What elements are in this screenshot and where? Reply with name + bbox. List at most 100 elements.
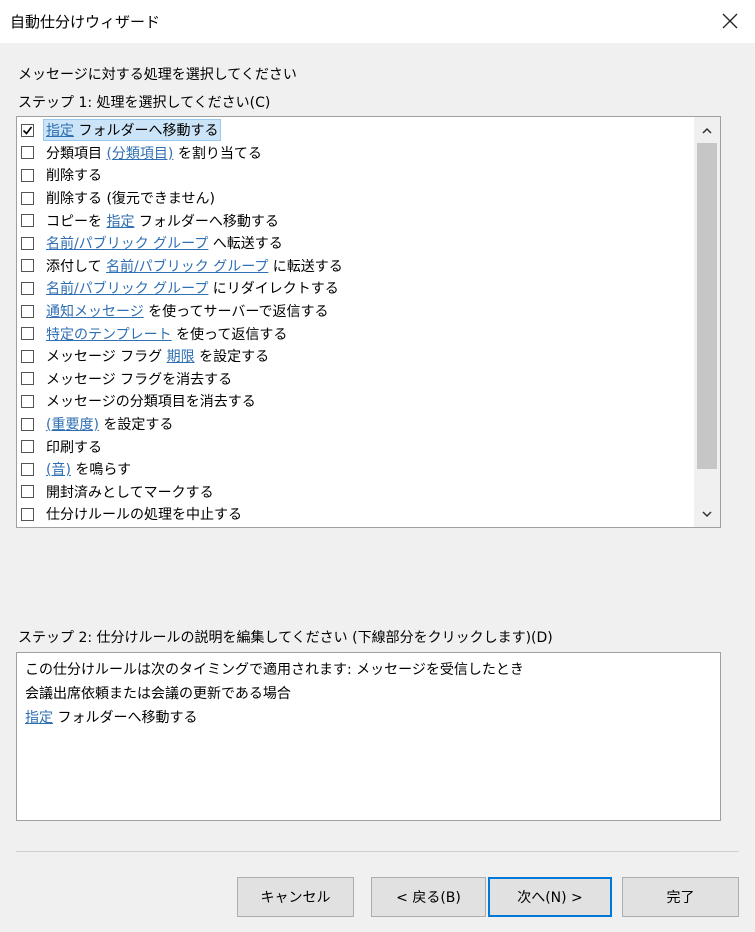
action-checkbox[interactable] (21, 304, 34, 318)
finish-button[interactable]: 完了 (622, 877, 739, 917)
action-checkbox[interactable] (21, 146, 34, 160)
action-item[interactable]: 指定 フォルダーへ移動する (17, 119, 693, 142)
action-item[interactable]: メッセージの分類項目を消去する (17, 390, 693, 413)
action-text: 印刷する (46, 439, 102, 456)
action-label: 添付して 名前/パブリック グループ に転送する (44, 256, 345, 276)
action-item[interactable]: 通知メッセージ を使ってサーバーで返信する (17, 300, 693, 323)
action-text: にリダイレクトする (208, 281, 339, 298)
action-label: 特定のテンプレート を使って返信する (44, 324, 289, 344)
action-checkbox[interactable] (21, 327, 34, 341)
action-link[interactable]: 名前/パブリック グループ (106, 256, 268, 276)
action-checkbox[interactable] (21, 394, 34, 408)
action-text: コピーを (46, 213, 107, 230)
action-item[interactable]: メッセージ フラグ 期限 を設定する (17, 345, 693, 368)
action-link[interactable]: 名前/パブリック グループ (46, 233, 208, 253)
action-item[interactable]: 削除する (復元できません) (17, 187, 693, 210)
action-text: を使って返信する (171, 326, 288, 343)
action-checkbox[interactable] (21, 123, 34, 137)
action-text: 会議出席依頼または会議の更新である場合 (25, 686, 291, 702)
action-checkbox[interactable] (21, 214, 34, 228)
action-item[interactable]: コピーを 指定 フォルダーへ移動する (17, 209, 693, 232)
action-checkbox[interactable] (21, 372, 34, 386)
chevron-up-icon (702, 127, 712, 134)
action-item[interactable]: 特定のテンプレート を使って返信する (17, 322, 693, 345)
divider (16, 851, 739, 852)
action-checkbox[interactable] (21, 417, 34, 431)
action-label: 名前/パブリック グループ にリダイレクトする (44, 278, 341, 298)
action-link[interactable]: 指定 (25, 707, 53, 727)
action-label: 分類項目 (分類項目) を割り当てる (44, 143, 264, 163)
action-label: メッセージ フラグ 期限 を設定する (44, 346, 271, 366)
action-item[interactable]: 印刷する (17, 435, 693, 458)
action-item[interactable]: メッセージ フラグを消去する (17, 368, 693, 391)
action-link[interactable]: 指定 (106, 211, 134, 231)
action-item[interactable]: 分類項目 (分類項目) を割り当てる (17, 142, 693, 165)
action-link[interactable]: 指定 (46, 120, 74, 140)
action-text: に転送する (268, 258, 343, 275)
action-label: 削除する (復元できません) (44, 188, 217, 208)
back-button[interactable]: < 戻る(B) (371, 877, 486, 917)
action-label: 削除する (44, 165, 104, 185)
action-checkbox[interactable] (21, 236, 34, 250)
action-text: 削除する (46, 168, 102, 185)
action-link[interactable]: 期限 (167, 346, 195, 366)
action-item[interactable]: 添付して 名前/パブリック グループ に転送する (17, 255, 693, 278)
action-label: 通知メッセージ を使ってサーバーで返信する (44, 301, 331, 321)
action-label: コピーを 指定 フォルダーへ移動する (44, 211, 281, 231)
chevron-down-icon (702, 510, 712, 517)
action-link[interactable]: (重要度) (46, 414, 99, 434)
action-label: 仕分けルールの処理を中止する (44, 504, 244, 524)
action-text: を割り当てる (173, 145, 262, 162)
action-checkbox[interactable] (21, 259, 34, 273)
close-button[interactable] (711, 5, 749, 37)
actions-scrollbar[interactable] (694, 117, 720, 527)
action-link[interactable]: 通知メッセージ (46, 301, 144, 321)
action-text: 分類項目 (46, 145, 107, 162)
next-button[interactable]: 次へ(N) > (488, 877, 612, 917)
actions-list: 指定 フォルダーへ移動する 分類項目 (分類項目) を割り当てる 削除する 削除する … (17, 119, 693, 526)
action-text: を鳴らす (70, 462, 132, 479)
action-checkbox[interactable] (21, 462, 34, 476)
action-label: (重要度) を設定する (44, 414, 175, 434)
cancel-button[interactable]: キャンセル (237, 877, 354, 917)
action-text: この仕分けルールは次のタイミングで適用されます: メッセージを受信したとき (25, 662, 524, 678)
action-link[interactable]: (音) (46, 459, 71, 479)
action-item[interactable]: 開封済みとしてマークする (17, 481, 693, 504)
action-text: を設定する (98, 417, 174, 434)
close-icon (722, 13, 738, 29)
action-checkbox[interactable] (21, 191, 34, 205)
description-line: この仕分けルールは次のタイミングで適用されます: メッセージを受信したとき (25, 657, 712, 681)
action-item[interactable]: (音) を鳴らす (17, 458, 693, 481)
action-text: フォルダーへ移動する (134, 213, 279, 230)
scroll-thumb[interactable] (697, 143, 717, 469)
action-text: フォルダーへ移動する (74, 123, 219, 140)
action-label: 開封済みとしてマークする (44, 482, 216, 502)
action-text: 開封済みとしてマークする (46, 484, 214, 501)
action-item[interactable]: 削除する (17, 164, 693, 187)
actions-listbox[interactable]: 指定 フォルダーへ移動する 分類項目 (分類項目) を割り当てる 削除する 削除する … (16, 116, 721, 528)
page-heading: メッセージに対する処理を選択してください (18, 67, 297, 83)
action-text: 削除する (復元できません) (46, 191, 215, 208)
action-text: 仕分けルールの処理を中止する (46, 507, 242, 524)
action-item[interactable]: 仕分けルールの処理を中止する (17, 503, 693, 526)
action-checkbox[interactable] (21, 507, 34, 521)
action-checkbox[interactable] (21, 349, 34, 363)
action-checkbox[interactable] (21, 281, 34, 295)
action-label: メッセージの分類項目を消去する (44, 391, 258, 411)
scroll-up-button[interactable] (694, 119, 720, 141)
action-checkbox[interactable] (21, 440, 34, 454)
action-checkbox[interactable] (21, 168, 34, 182)
rule-description-box: この仕分けルールは次のタイミングで適用されます: メッセージを受信したとき 会議出… (16, 652, 721, 821)
action-label: 指定 フォルダーへ移動する (42, 119, 222, 142)
action-link[interactable]: (分類項目) (106, 143, 173, 163)
action-link[interactable]: 名前/パブリック グループ (46, 278, 208, 298)
action-item[interactable]: (重要度) を設定する (17, 413, 693, 436)
action-label: 名前/パブリック グループ へ転送する (44, 233, 285, 253)
action-text: へ転送する (208, 236, 283, 253)
action-item[interactable]: 名前/パブリック グループ にリダイレクトする (17, 277, 693, 300)
action-link[interactable]: 特定のテンプレート (46, 324, 172, 344)
action-item[interactable]: 名前/パブリック グループ へ転送する (17, 232, 693, 255)
title-bar: 自動仕分けウィザード (0, 0, 755, 43)
scroll-down-button[interactable] (694, 503, 720, 525)
action-checkbox[interactable] (21, 485, 34, 499)
